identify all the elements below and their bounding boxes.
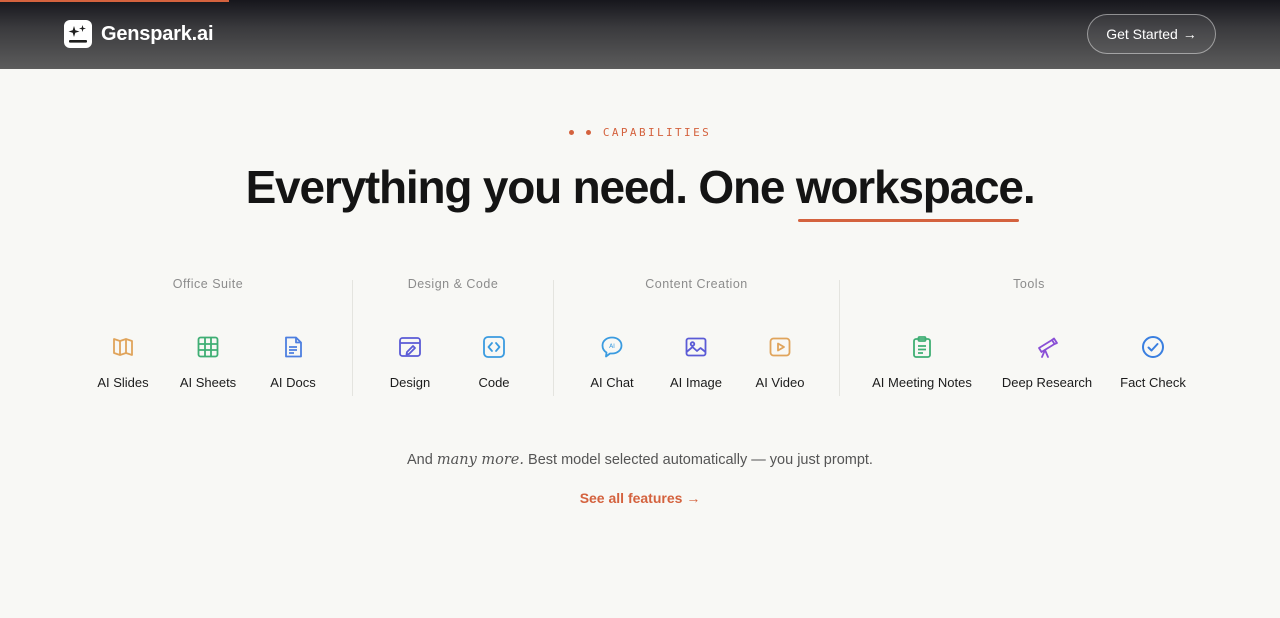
tagline-start: And [407,452,437,468]
capabilities-eyebrow: CAPABILITIES [0,126,1280,139]
tool-label: AI Slides [97,375,149,390]
group-content-creation: Content Creation AI AI Chat AI Image AI … [554,272,839,396]
eyebrow-text: CAPABILITIES [602,126,712,139]
group-office-suite: Office Suite AI Slides AI Sheets AI Docs [78,272,338,396]
tool-label: AI Meeting Notes [872,375,972,390]
arrow-right-icon: → [1182,26,1197,42]
group-label: Design & Code [407,277,499,291]
code-brackets-icon [481,334,507,360]
tool-label: AI Image [669,375,723,390]
chat-bubble-icon: AI [599,334,625,360]
logo-text: Genspark.ai [101,22,214,45]
dot-icon [585,129,591,135]
page-headline: Everything you need. One workspace. [0,160,1280,222]
play-video-icon [767,334,793,360]
svg-text:AI: AI [609,343,615,350]
tool-ai-video[interactable]: AI Video [725,334,835,390]
tool-label: Fact Check [1120,375,1186,390]
logo[interactable]: Genspark.ai [64,20,214,48]
top-nav-bar: Genspark.ai Get Started → [0,0,1280,69]
tool-deep-research[interactable]: Deep Research [992,334,1102,390]
tagline: And many more. Best model selected autom… [0,452,1280,468]
see-all-features-link[interactable]: See all features → [580,490,701,506]
see-all-features-link-wrap: See all features → [0,490,1280,506]
tagline-emphasis: many more. [436,452,524,468]
telescope-icon [1034,334,1060,360]
tool-code[interactable]: Code [439,334,549,390]
get-started-button[interactable]: Get Started → [1087,14,1216,54]
design-window-icon [397,334,423,360]
get-started-label: Get Started [1106,26,1178,42]
tagline-end: Best model selected automatically — you … [524,452,873,468]
see-all-label: See all features [579,490,683,506]
clipboard-icon [909,334,935,360]
arrow-right-icon: → [686,490,701,506]
tool-ai-meeting-notes[interactable]: AI Meeting Notes [867,334,977,390]
tool-ai-docs[interactable]: AI Docs [238,334,348,390]
document-icon [280,334,306,360]
group-label: Content Creation [645,277,748,291]
headline-period: . [1022,161,1036,213]
tool-label: AI Sheets [179,375,237,390]
check-circle-icon [1140,334,1166,360]
tool-label: Design [389,375,431,390]
tool-label: AI Docs [270,375,316,390]
headline-text: Everything you need. One [245,161,796,213]
group-label: Tools [1013,277,1045,291]
tool-fact-check[interactable]: Fact Check [1098,334,1208,390]
tool-label: AI Video [755,375,805,390]
book-open-icon [110,334,136,360]
tool-label: Code [478,375,510,390]
group-label: Office Suite [172,277,244,291]
group-design-code: Design & Code Design Code [353,272,553,396]
tool-label: Deep Research [1001,375,1093,390]
tool-label: AI Chat [590,375,634,390]
sparkle-logo-icon [64,20,92,48]
headline-accent-word: workspace [795,161,1024,222]
grid-icon [195,334,221,360]
image-icon [683,334,709,360]
dot-icon [568,129,574,135]
scroll-progress-bar [0,0,229,2]
group-tools: Tools AI Meeting Notes Deep Research Fac… [840,272,1218,396]
